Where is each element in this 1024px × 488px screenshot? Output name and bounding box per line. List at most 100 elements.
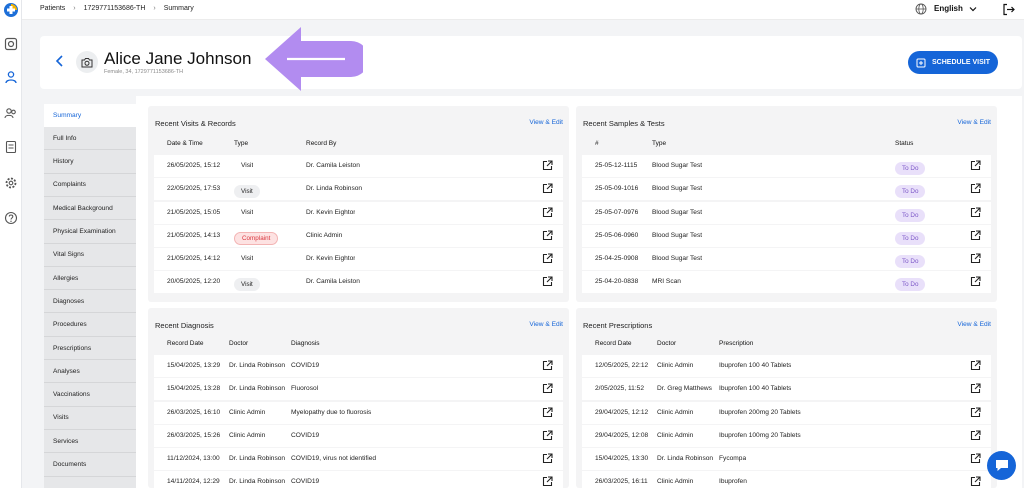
table-row[interactable]: 25-04-20-0838 MRI Scan To Do: [582, 271, 991, 294]
open-external-icon[interactable]: [542, 407, 553, 418]
open-external-icon[interactable]: [970, 183, 981, 194]
app-logo-icon[interactable]: [3, 2, 19, 18]
samples-view-edit-link[interactable]: View & Edit: [957, 119, 991, 126]
open-external-icon[interactable]: [542, 453, 553, 464]
subnav-item-analyses[interactable]: Analyses: [44, 360, 136, 384]
subnav-item-allergies[interactable]: Allergies: [44, 267, 136, 291]
language-selector[interactable]: English: [934, 4, 977, 13]
subnav-item-vaccinations[interactable]: Vaccinations: [44, 384, 136, 407]
diagnosis-text: Fluorosol: [291, 385, 319, 393]
table-row[interactable]: 22/05/2025, 17:53 Visit Dr. Linda Robinson: [154, 178, 563, 201]
open-external-icon[interactable]: [970, 230, 981, 241]
table-row[interactable]: 21/05/2025, 15:05 Visit Dr. Kevin Eightor: [154, 201, 563, 224]
globe-icon[interactable]: [915, 3, 927, 15]
open-external-icon[interactable]: [542, 230, 553, 241]
prescriptions-view-edit-link[interactable]: View & Edit: [957, 321, 991, 328]
visits-view-edit-link[interactable]: View & Edit: [529, 119, 563, 126]
logout-icon[interactable]: [1002, 3, 1015, 16]
table-row[interactable]: 25-05-06-0960 Blood Sugar Test To Do: [582, 224, 991, 247]
table-row[interactable]: 25-05-09-1016 Blood Sugar Test To Do: [582, 178, 991, 201]
subnav-item-procedures[interactable]: Procedures: [44, 314, 136, 337]
table-row[interactable]: 15/04/2025, 13:28 Dr. Linda Robinson Fluor…: [154, 378, 563, 401]
table-row[interactable]: 11/12/2024, 13:00 Dr. Linda Robinson COVID…: [154, 448, 563, 471]
open-external-icon[interactable]: [970, 430, 981, 441]
visit-type: Visit: [234, 185, 260, 199]
table-row[interactable]: 14/11/2024, 12:29 Dr. Linda Robinson COVID…: [154, 471, 563, 488]
table-row[interactable]: 26/03/2025, 16:11 Clinic Admin Ibuprofen: [582, 471, 991, 488]
table-row[interactable]: 15/04/2025, 13:29 Dr. Linda Robinson COVID…: [154, 355, 563, 377]
visit-date: 22/05/2025, 17:53: [167, 185, 221, 193]
subnav-item-complaints[interactable]: Complaints: [44, 174, 136, 197]
dashboard-icon[interactable]: [4, 37, 18, 51]
col-record-by: Record By: [306, 140, 337, 147]
chat-button[interactable]: [987, 451, 1016, 480]
sample-id: 25-04-20-0838: [595, 278, 639, 286]
open-external-icon[interactable]: [970, 276, 981, 287]
diagnosis-doctor: Dr. Linda Robinson: [229, 478, 286, 486]
subnav-item-vital-signs[interactable]: Vital Signs: [44, 244, 136, 267]
sample-type: Blood Sugar Test: [652, 185, 703, 193]
table-row[interactable]: 26/03/2025, 16:10 Clinic Admin Myelopathy …: [154, 401, 563, 424]
open-external-icon[interactable]: [970, 476, 981, 487]
open-external-icon[interactable]: [542, 360, 553, 371]
open-external-icon[interactable]: [970, 360, 981, 371]
open-external-icon[interactable]: [970, 160, 981, 171]
open-external-icon[interactable]: [970, 407, 981, 418]
breadcrumb-patient-id[interactable]: 1729771153686-TH: [84, 5, 146, 12]
open-external-icon[interactable]: [542, 253, 553, 264]
records-icon[interactable]: [4, 140, 18, 154]
subnav-item-diagnoses[interactable]: Diagnoses: [44, 290, 136, 314]
table-row[interactable]: 12/05/2025, 22:12 Clinic Admin Ibuprofen 1…: [582, 355, 991, 377]
help-icon[interactable]: [4, 211, 18, 225]
open-external-icon[interactable]: [970, 453, 981, 464]
open-external-icon[interactable]: [542, 183, 553, 194]
back-arrow-icon[interactable]: [54, 54, 66, 68]
subnav-item-physical-examination[interactable]: Physical Examination: [44, 221, 136, 244]
open-external-icon[interactable]: [542, 430, 553, 441]
table-row[interactable]: 21/05/2025, 14:13 Complaint Clinic Admin: [154, 224, 563, 247]
open-external-icon[interactable]: [542, 383, 553, 394]
schedule-visit-button[interactable]: SCHEDULE VISIT: [908, 51, 998, 74]
col-record-date: Record Date: [167, 340, 204, 347]
table-row[interactable]: 15/04/2025, 13:30 Dr. Linda Robinson Fycom…: [582, 448, 991, 471]
table-row[interactable]: 26/03/2025, 15:26 Clinic Admin COVID19: [154, 424, 563, 447]
breadcrumb-patients[interactable]: Patients: [40, 5, 65, 12]
table-row[interactable]: 29/04/2025, 12:08 Clinic Admin Ibuprofen 1…: [582, 424, 991, 447]
visit-type: Visit: [241, 162, 254, 169]
recent-samples-card: Recent Samples & Tests View & Edit # Typ…: [576, 106, 997, 302]
subnav-item-full-info[interactable]: Full Info: [44, 127, 136, 151]
subnav-item-summary[interactable]: Summary: [44, 104, 136, 127]
col-type: Type: [234, 140, 249, 147]
staff-icon[interactable]: [4, 106, 18, 120]
open-external-icon[interactable]: [542, 160, 553, 171]
settings-gear-icon[interactable]: [4, 176, 18, 190]
table-row[interactable]: 20/05/2025, 12:20 Visit Dr. Camila Leiston: [154, 271, 563, 294]
table-row[interactable]: 26/05/2025, 15:12 Visit Dr. Camila Leiston: [154, 155, 563, 177]
visit-type: Visit: [234, 278, 260, 292]
open-external-icon[interactable]: [970, 383, 981, 394]
visit-date: 20/05/2025, 12:20: [167, 278, 221, 286]
subnav-item-history[interactable]: History: [44, 151, 136, 174]
visit-type: Visit: [241, 255, 254, 263]
subnav-item-visits[interactable]: Visits: [44, 407, 136, 430]
open-external-icon[interactable]: [542, 276, 553, 287]
open-external-icon[interactable]: [542, 207, 553, 218]
table-row[interactable]: 25-05-12-1115 Blood Sugar Test To Do: [582, 155, 991, 177]
subnav-item-prescriptions[interactable]: Prescriptions: [44, 337, 136, 360]
camera-icon: [81, 57, 93, 67]
table-row[interactable]: 25-04-25-0908 Blood Sugar Test To Do: [582, 248, 991, 271]
recent-prescriptions-title: Recent Prescriptions: [583, 321, 653, 330]
table-row[interactable]: 21/05/2025, 14:12 Visit Dr. Kevin Eightor: [154, 248, 563, 271]
subnav-item-services[interactable]: Services: [44, 430, 136, 454]
diagnosis-view-edit-link[interactable]: View & Edit: [529, 321, 563, 328]
table-row[interactable]: 2/05/2025, 11:52 Dr. Greg Matthews Ibuprof…: [582, 378, 991, 401]
subnav-item-documents[interactable]: Documents: [44, 454, 136, 477]
patient-photo-button[interactable]: [76, 51, 98, 73]
open-external-icon[interactable]: [970, 253, 981, 264]
open-external-icon[interactable]: [970, 207, 981, 218]
open-external-icon[interactable]: [542, 476, 553, 487]
patient-icon[interactable]: [4, 70, 18, 84]
table-row[interactable]: 25-05-07-0976 Blood Sugar Test To Do: [582, 201, 991, 224]
table-row[interactable]: 29/04/2025, 12:12 Clinic Admin Ibuprofen 2…: [582, 401, 991, 424]
subnav-item-medical-background[interactable]: Medical Background: [44, 197, 136, 221]
